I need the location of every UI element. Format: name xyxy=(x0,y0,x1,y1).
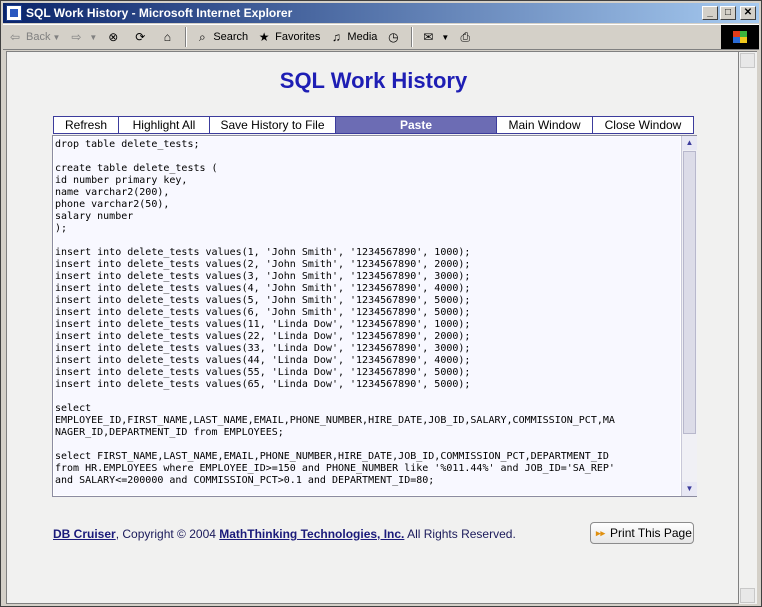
refresh-icon: ⟳ xyxy=(135,30,146,44)
search-label: Search xyxy=(213,31,249,43)
search-button[interactable]: ⌕ Search xyxy=(190,26,252,48)
windows-logo-icon xyxy=(721,25,759,49)
page-content: SQL Work History Refresh Highlight All S… xyxy=(6,51,739,604)
action-button-bar: Refresh Highlight All Save History to Fi… xyxy=(53,116,694,134)
forward-dropdown-icon[interactable]: ▼ xyxy=(89,33,97,42)
home-icon: ⌂ xyxy=(163,30,171,44)
history-icon: ◷ xyxy=(388,30,399,44)
printer-icon: ⎙ xyxy=(460,30,471,44)
print-page-label: Print This Page xyxy=(610,526,692,540)
favorites-label: Favorites xyxy=(275,31,321,43)
back-button[interactable]: ⇦ Back ▼ xyxy=(3,26,64,48)
page-scroll-up-icon[interactable] xyxy=(740,53,755,68)
media-button[interactable]: ♫ Media xyxy=(324,26,381,48)
stop-icon: ⊗ xyxy=(108,30,119,44)
toolbar-separator xyxy=(185,27,188,47)
maximize-icon[interactable]: □ xyxy=(720,6,736,20)
scrollbar-thumb[interactable] xyxy=(683,151,696,434)
mail-icon: ✉ xyxy=(423,30,434,44)
mail-dropdown-icon[interactable]: ▼ xyxy=(441,33,449,42)
highlight-all-button[interactable]: Highlight All xyxy=(119,117,210,133)
ie-page-icon xyxy=(6,5,22,21)
search-icon: ⌕ xyxy=(198,30,206,44)
page-resize-grip-icon[interactable] xyxy=(740,588,755,603)
page-scrollbar[interactable] xyxy=(739,51,757,604)
back-label: Back xyxy=(26,31,51,43)
browser-window: SQL Work History - Microsoft Internet Ex… xyxy=(0,0,762,607)
rights-text: All Rights Reserved. xyxy=(404,527,516,541)
sql-history-textarea[interactable]: drop table delete_tests; create table de… xyxy=(54,137,680,495)
media-icon: ♫ xyxy=(331,30,341,44)
paste-button[interactable]: Paste xyxy=(336,117,497,133)
home-button[interactable]: ⌂ xyxy=(155,26,182,48)
refresh-button[interactable]: ⟳ xyxy=(128,26,155,48)
back-arrow-icon: ⇦ xyxy=(9,30,21,44)
favorites-button[interactable]: ★ Favorites xyxy=(252,26,324,48)
close-window-button[interactable]: Close Window xyxy=(593,117,693,133)
scroll-up-icon[interactable]: ▲ xyxy=(682,136,697,150)
print-arrows-icon: ▸▸ xyxy=(596,527,606,538)
save-history-button[interactable]: Save History to File xyxy=(210,117,336,133)
title-bar: SQL Work History - Microsoft Internet Ex… xyxy=(3,3,759,23)
editor-scrollbar[interactable]: ▲ ▼ xyxy=(681,136,697,496)
footer: DB Cruiser, Copyright © 2004 MathThinkin… xyxy=(53,527,516,541)
print-page-button[interactable]: ▸▸ Print This Page xyxy=(590,522,694,544)
toolbar-separator xyxy=(411,27,414,47)
stop-button[interactable]: ⊗ xyxy=(101,26,128,48)
back-dropdown-icon[interactable]: ▼ xyxy=(52,33,60,42)
scroll-down-icon[interactable]: ▼ xyxy=(682,482,697,496)
db-cruiser-link[interactable]: DB Cruiser xyxy=(53,527,116,541)
forward-button[interactable]: ⇨ ▼ xyxy=(64,26,101,48)
forward-arrow-icon: ⇨ xyxy=(71,30,82,44)
window-title: SQL Work History - Microsoft Internet Ex… xyxy=(26,6,293,20)
refresh-history-button[interactable]: Refresh xyxy=(54,117,119,133)
minimize-icon[interactable]: _ xyxy=(702,6,718,20)
media-label: Media xyxy=(347,31,378,43)
main-window-button[interactable]: Main Window xyxy=(497,117,593,133)
mail-button[interactable]: ✉ ▼ xyxy=(416,26,453,48)
print-toolbar-button[interactable]: ⎙ xyxy=(453,26,480,48)
browser-toolbar: ⇦ Back ▼ ⇨ ▼ ⊗ ⟳ ⌂ ⌕ Search ★ Favorites … xyxy=(3,24,759,50)
copyright-text: , Copyright © 2004 xyxy=(115,527,220,541)
page-title: SQL Work History xyxy=(279,68,468,93)
sql-history-editor[interactable]: drop table delete_tests; create table de… xyxy=(52,135,697,497)
close-icon[interactable]: ✕ xyxy=(740,6,756,20)
company-link[interactable]: MathThinking Technologies, Inc. xyxy=(219,527,404,541)
history-button[interactable]: ◷ xyxy=(381,26,408,48)
favorites-icon: ★ xyxy=(258,30,270,44)
